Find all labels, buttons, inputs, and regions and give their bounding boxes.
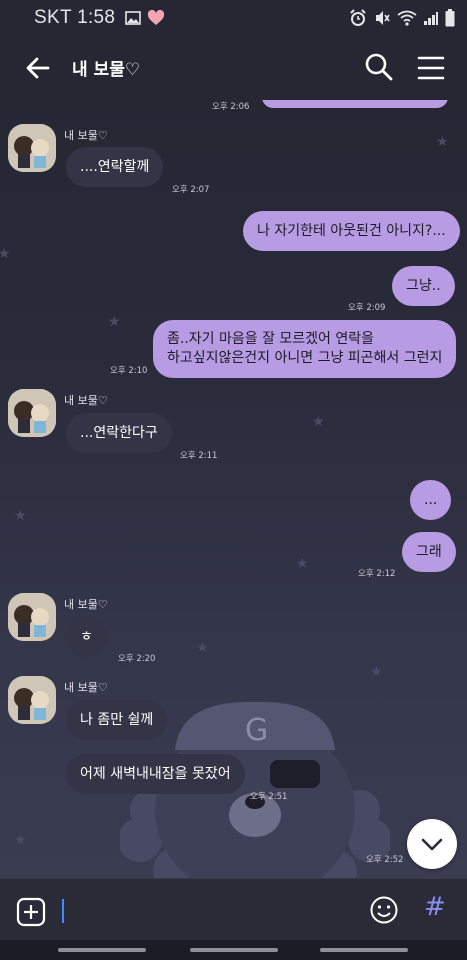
menu-icon[interactable]: [416, 53, 446, 83]
message-bubble-incoming[interactable]: ㅎ: [66, 617, 107, 657]
message-input-bar: #: [0, 878, 467, 940]
message-time: 오후 2:52: [366, 855, 404, 865]
message-bubble-outgoing[interactable]: 나 자기한테 아웃된건 아니지?...: [243, 211, 460, 251]
image-icon: [125, 11, 142, 25]
system-navigation-bar: [0, 940, 467, 960]
chevron-down-icon: [421, 838, 443, 851]
scroll-to-bottom-button[interactable]: [407, 819, 457, 869]
search-icon[interactable]: [364, 52, 394, 82]
nav-home-button[interactable]: [190, 948, 278, 952]
message-time: 오후 2:09: [348, 303, 386, 313]
message-time: 오후 2:51: [250, 792, 288, 802]
star-decoration: ★: [370, 664, 383, 680]
nav-recents-button[interactable]: [58, 948, 146, 952]
emoji-icon[interactable]: [369, 895, 399, 925]
nav-back-button[interactable]: [320, 948, 408, 952]
message-time: 오후 2:10: [110, 366, 148, 376]
message-time: 오후 2:07: [172, 185, 210, 195]
alarm-icon: [350, 9, 366, 26]
star-decoration: ★: [196, 640, 209, 656]
message-bubble-incoming[interactable]: 나 좀만 쉴께: [66, 700, 168, 740]
message-bubble-outgoing[interactable]: 좀..자기 마음을 잘 모르겠어 연락을 하고싶지않은건지 아니면 그냥 피곤해…: [153, 320, 457, 378]
chat-header: 내 보물♡: [0, 36, 467, 100]
chat-title: 내 보물♡: [72, 60, 141, 80]
message-bubble-outgoing[interactable]: ...: [410, 480, 452, 520]
star-decoration: ★: [14, 832, 27, 848]
star-decoration: ★: [14, 508, 27, 524]
star-decoration: ★: [0, 246, 11, 262]
svg-text:G: G: [245, 713, 268, 748]
message-bubble-incoming[interactable]: ....연락할께: [66, 147, 164, 187]
sender-name: 내 보물♡: [64, 394, 108, 407]
message-input-field[interactable]: [62, 899, 64, 923]
message-bubble-incoming[interactable]: ...연락한다구: [66, 413, 172, 453]
mute-icon: [376, 11, 390, 25]
signal-icon: [424, 12, 438, 25]
message-line: 좀..자기 마음을 잘 모르겠어 연락을: [167, 331, 375, 347]
sender-name: 내 보물♡: [64, 129, 108, 142]
message-time: 오후 2:06: [212, 102, 250, 112]
heart-icon: [148, 10, 165, 25]
avatar[interactable]: [8, 389, 56, 437]
back-arrow-icon[interactable]: [22, 52, 54, 84]
battery-icon: [445, 9, 455, 27]
sender-name: 내 보물♡: [64, 598, 108, 611]
star-decoration: ★: [296, 556, 309, 572]
avatar[interactable]: [8, 676, 56, 724]
status-bar: SKT 1:58: [0, 0, 467, 36]
message-line: 하고싶지않은건지 아니면 그냥 피곤해서 그런지: [167, 350, 443, 366]
hashtag-search-icon[interactable]: #: [424, 892, 446, 922]
message-time: 오후 2:20: [118, 654, 156, 664]
sender-name: 내 보물♡: [64, 681, 108, 694]
message-time: 오후 2:11: [180, 451, 218, 461]
message-bubble-incoming[interactable]: 어제 새벽내내잠을 못잤어: [66, 754, 245, 794]
star-decoration: ★: [436, 134, 449, 150]
avatar[interactable]: [8, 124, 56, 172]
add-attachment-icon[interactable]: [16, 897, 46, 927]
avatar[interactable]: [8, 593, 56, 641]
star-decoration: ★: [312, 414, 325, 430]
wifi-icon: [397, 10, 417, 26]
chat-area[interactable]: ★ ★ ★ ★ ★ ★ ★ ★ ★ ★ G 오후 2:06 내 보물♡ ....…: [0, 100, 467, 878]
message-time: 오후 2:12: [358, 569, 396, 579]
message-bubble-outgoing[interactable]: 그래: [402, 532, 456, 572]
message-bubble-outgoing[interactable]: 그냥..: [392, 266, 455, 306]
message-bubble-outgoing[interactable]: [262, 100, 448, 108]
carrier-time: SKT 1:58: [34, 7, 116, 28]
star-decoration: ★: [108, 314, 121, 330]
